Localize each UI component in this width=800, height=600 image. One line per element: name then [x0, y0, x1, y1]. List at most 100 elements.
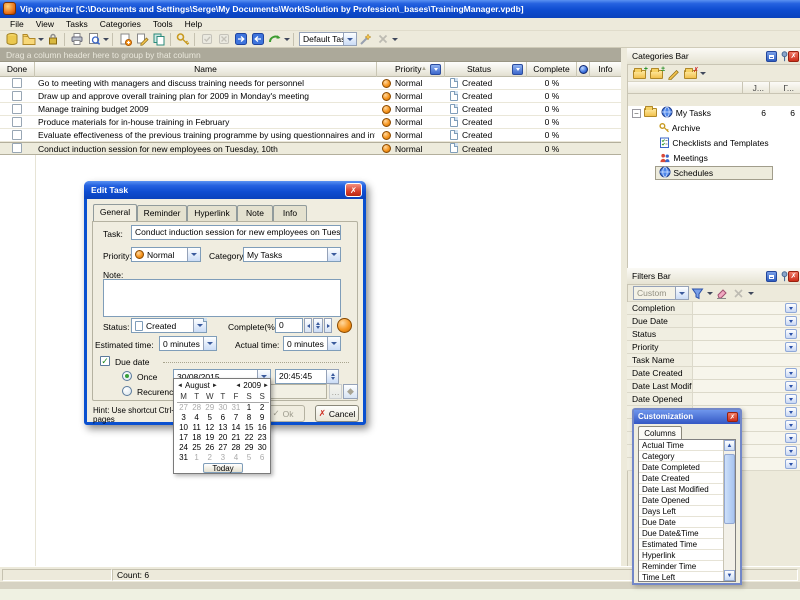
- column-item[interactable]: Actual Time: [639, 440, 724, 451]
- done-checkbox[interactable]: [12, 91, 22, 101]
- scroll-down-icon[interactable]: ▼: [724, 570, 735, 581]
- dialog-title-bar[interactable]: Edit Task: [84, 181, 366, 199]
- filter-dropdown-button[interactable]: [785, 446, 797, 456]
- category-dropdown-button[interactable]: [327, 248, 340, 261]
- duplicate-task-icon[interactable]: [150, 32, 167, 47]
- once-radio[interactable]: [122, 371, 132, 381]
- new-task-icon[interactable]: [116, 32, 133, 47]
- group-by-bar[interactable]: Drag a column header here to group by th…: [0, 48, 622, 62]
- filter-dropdown-button[interactable]: [785, 459, 797, 469]
- sync-dropdown[interactable]: [283, 32, 290, 47]
- categories-column-1[interactable]: J...: [753, 82, 764, 94]
- toggle-categories-bar-icon[interactable]: [232, 32, 249, 47]
- table-row[interactable]: Draw up and approve overall training pla…: [0, 90, 622, 103]
- column-item[interactable]: Days Left: [639, 506, 724, 517]
- task-input[interactable]: Conduct induction session for new employ…: [131, 225, 341, 240]
- filter-dropdown-button[interactable]: [785, 381, 797, 391]
- tab-hyperlink[interactable]: Hyperlink: [187, 205, 237, 221]
- tab-note[interactable]: Note: [237, 205, 273, 221]
- categories-toolbar-dropdown[interactable]: [699, 66, 706, 81]
- tree-item-archive[interactable]: Archive: [659, 121, 700, 135]
- customization-close-button[interactable]: ✗: [727, 412, 738, 422]
- toolbar-options-dropdown[interactable]: [391, 32, 398, 47]
- customization-title-bar[interactable]: Customization: [634, 410, 740, 424]
- column-item[interactable]: Due Date: [639, 517, 724, 528]
- column-header-info[interactable]: Info: [590, 62, 621, 77]
- new-category-icon[interactable]: +: [631, 66, 648, 81]
- complete-increment-button[interactable]: [324, 318, 332, 333]
- filter-preset-dropdown[interactable]: [675, 287, 688, 299]
- undock-categories-button[interactable]: [766, 51, 777, 62]
- complete-spinner[interactable]: [313, 318, 323, 333]
- prev-month-icon[interactable]: ◄: [177, 383, 183, 389]
- table-row[interactable]: Manage training budget 2009 Normal Creat…: [0, 103, 622, 116]
- filter-preset-combobox[interactable]: Custom: [633, 286, 689, 300]
- calendar-week[interactable]: 3456789: [177, 413, 269, 423]
- table-row[interactable]: Produce materials for in-house training …: [0, 116, 622, 129]
- complete-task-icon[interactable]: [198, 32, 215, 47]
- apply-filter-dropdown[interactable]: [706, 286, 713, 301]
- uncomplete-task-icon[interactable]: [215, 32, 232, 47]
- close-filters-button[interactable]: ✗: [788, 271, 799, 282]
- column-item[interactable]: Hyperlink: [639, 550, 724, 561]
- menu-view[interactable]: View: [30, 18, 60, 30]
- column-header-name[interactable]: Name: [35, 62, 377, 77]
- calendar-week[interactable]: 24252627282930: [177, 443, 269, 453]
- actual-time-combobox[interactable]: 0 minutes: [283, 336, 341, 351]
- protect-database-icon[interactable]: [44, 32, 61, 47]
- clear-filter-icon[interactable]: [713, 286, 730, 301]
- done-checkbox[interactable]: [12, 143, 22, 153]
- scrollbar-thumb[interactable]: [724, 454, 735, 524]
- filter-dropdown-button[interactable]: [785, 316, 797, 326]
- recurrence-radio[interactable]: [122, 386, 132, 396]
- dialog-close-button[interactable]: ✗: [345, 183, 362, 197]
- column-item[interactable]: Date Created: [639, 473, 724, 484]
- close-categories-button[interactable]: ✗: [788, 51, 799, 62]
- status-combobox[interactable]: Created: [131, 318, 207, 333]
- note-textarea[interactable]: [103, 279, 341, 317]
- task-type-dropdown-button[interactable]: [343, 33, 356, 45]
- estimated-time-combobox[interactable]: 0 minutes: [159, 336, 217, 351]
- filter-dropdown-button[interactable]: [785, 368, 797, 378]
- column-item[interactable]: Date Opened: [639, 495, 724, 506]
- status-filter-button[interactable]: [512, 64, 523, 75]
- column-item[interactable]: Estimated Time: [639, 539, 724, 550]
- scroll-up-icon[interactable]: ▲: [724, 440, 735, 451]
- menu-file[interactable]: File: [4, 18, 30, 30]
- done-checkbox[interactable]: [12, 78, 22, 88]
- filter-dropdown-button[interactable]: [785, 329, 797, 339]
- menu-tasks[interactable]: Tasks: [60, 18, 94, 30]
- filters-toolbar-dropdown[interactable]: [747, 286, 754, 301]
- prev-year-icon[interactable]: ◄: [235, 383, 241, 389]
- due-date-checkbox[interactable]: ✓: [100, 356, 110, 366]
- sync-icon[interactable]: [266, 32, 283, 47]
- filter-dropdown-button[interactable]: [785, 407, 797, 417]
- new-database-icon[interactable]: [3, 32, 20, 47]
- column-item[interactable]: Date Last Modified: [639, 484, 724, 495]
- column-item[interactable]: Date Completed: [639, 462, 724, 473]
- column-item[interactable]: Category: [639, 451, 724, 462]
- calendar-week[interactable]: 31123456: [177, 453, 269, 463]
- filter-dropdown-button[interactable]: [785, 433, 797, 443]
- undock-filters-button[interactable]: [766, 271, 777, 282]
- priority-dropdown-button[interactable]: [187, 248, 200, 261]
- delete-category-icon[interactable]: ✗: [682, 66, 699, 81]
- filter-dropdown-button[interactable]: [785, 342, 797, 352]
- estimated-time-dropdown-button[interactable]: [203, 337, 216, 350]
- category-combobox[interactable]: My Tasks: [243, 247, 341, 262]
- next-month-icon[interactable]: ►: [212, 383, 218, 389]
- calendar-week[interactable]: 272829303112: [177, 403, 269, 413]
- print-preview-dropdown[interactable]: [102, 32, 109, 47]
- menu-categories[interactable]: Categories: [94, 18, 147, 30]
- complete-decrement-button[interactable]: [304, 318, 312, 333]
- today-button[interactable]: Today: [203, 463, 243, 473]
- cancel-button[interactable]: ✗Cancel: [315, 405, 359, 422]
- column-item[interactable]: Time Left: [639, 572, 724, 582]
- customization-tab-columns[interactable]: Columns: [638, 426, 682, 439]
- open-database-icon[interactable]: [20, 32, 37, 47]
- tree-item-checklists[interactable]: Checklists and Templates: [659, 136, 769, 150]
- done-checkbox[interactable]: [12, 130, 22, 140]
- calendar-week[interactable]: 10111213141516: [177, 423, 269, 433]
- done-checkbox[interactable]: [12, 104, 22, 114]
- filter-dropdown-button[interactable]: [785, 420, 797, 430]
